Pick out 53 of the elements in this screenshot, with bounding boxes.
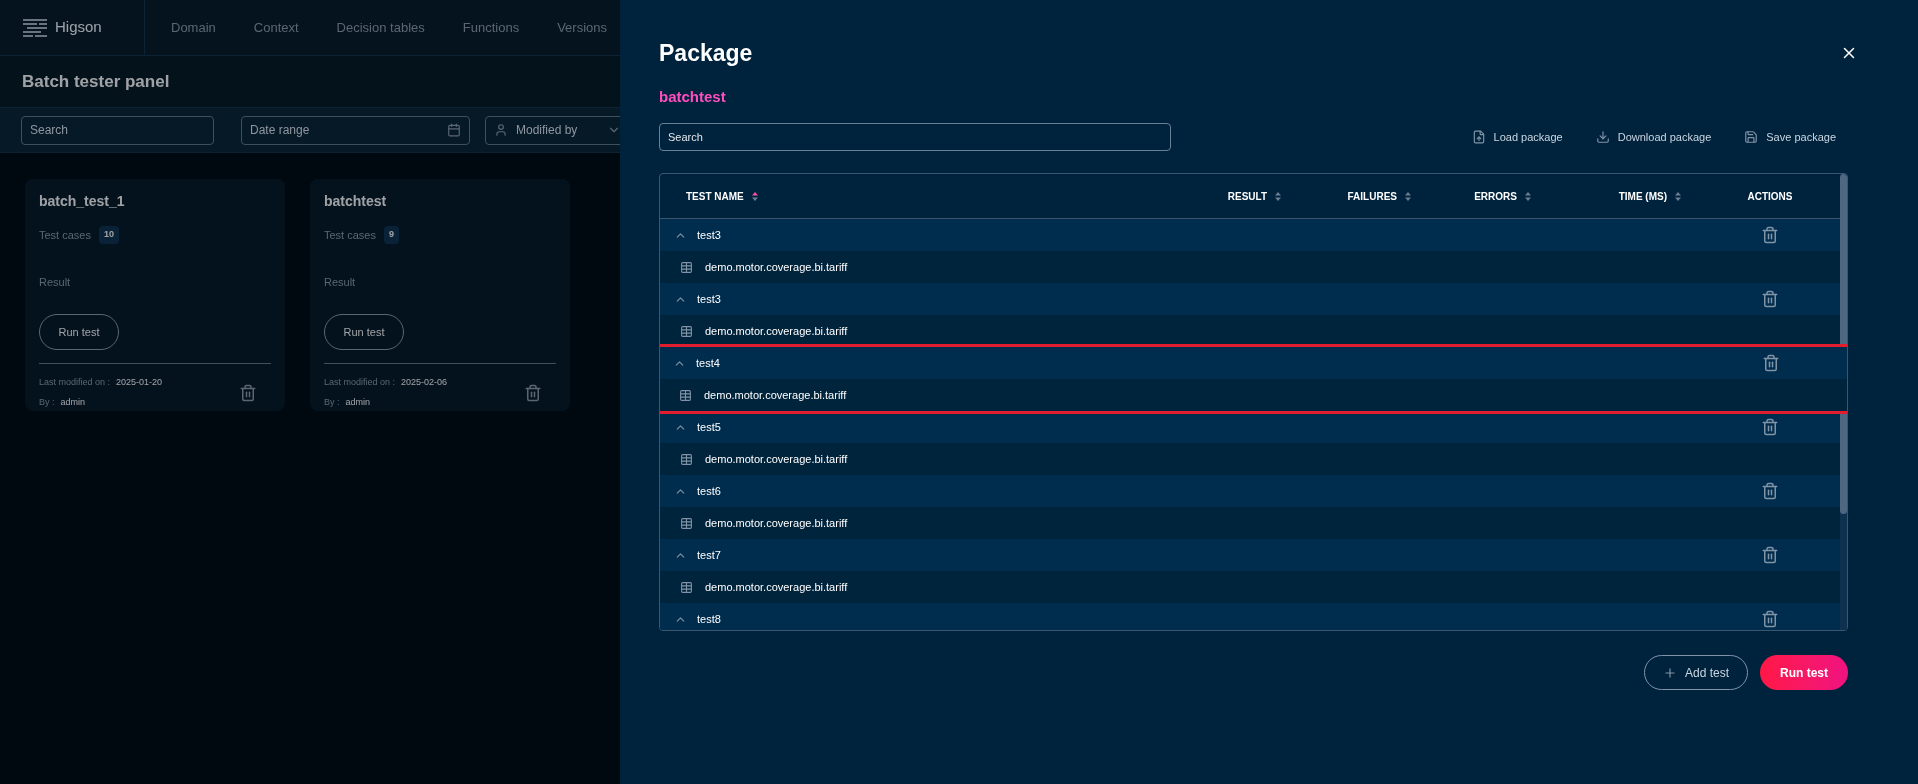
package-action-button[interactable]: Download package bbox=[1595, 128, 1712, 146]
page-title: Batch tester panel bbox=[22, 70, 170, 93]
test-name: test3 bbox=[697, 227, 721, 243]
decision-table-name: demo.motor.coverage.bi.tariff bbox=[705, 451, 848, 467]
decision-table-name: demo.motor.coverage.bi.tariff bbox=[704, 387, 847, 403]
decision-table-name: demo.motor.coverage.bi.tariff bbox=[705, 515, 848, 531]
test-name: test7 bbox=[697, 547, 721, 563]
nav-link[interactable]: Context bbox=[253, 17, 299, 38]
decision-table-name: demo.motor.coverage.bi.tariff bbox=[705, 259, 848, 275]
test-cases-label: Test cases bbox=[39, 227, 91, 243]
package-name: batchtest bbox=[659, 86, 727, 107]
author-name: admin bbox=[60, 395, 86, 409]
result-label: Result bbox=[324, 274, 356, 290]
result-label: Result bbox=[39, 274, 71, 290]
nav-link[interactable]: Decision tables bbox=[336, 17, 425, 38]
run-test-button[interactable]: Run test bbox=[1760, 655, 1848, 690]
search-field[interactable]: Search bbox=[21, 115, 214, 145]
package-action-button[interactable]: Save package bbox=[1744, 128, 1836, 146]
card-title: batchtest bbox=[324, 192, 388, 211]
test-name: test6 bbox=[697, 483, 721, 499]
column-header: ACTIONS bbox=[1747, 189, 1793, 204]
app-logo-text: Higson bbox=[55, 17, 102, 38]
test-name: test5 bbox=[697, 419, 721, 435]
decision-table-name: demo.motor.coverage.bi.tariff bbox=[705, 579, 848, 595]
column-header: TEST NAME bbox=[686, 189, 744, 204]
column-header: TIME (MS) bbox=[1618, 189, 1667, 204]
test-name: test4 bbox=[696, 355, 720, 371]
card-title: batch_test_1 bbox=[39, 192, 126, 211]
column-header: FAILURES bbox=[1347, 189, 1397, 204]
column-header: RESULT bbox=[1227, 189, 1267, 204]
modified-date: 2025-02-06 bbox=[401, 376, 448, 389]
modified-label: Last modified on : bbox=[324, 376, 396, 389]
test-name: test8 bbox=[697, 611, 721, 627]
drawer-title: Package bbox=[659, 39, 753, 68]
column-header: ERRORS bbox=[1474, 189, 1517, 204]
by-label: By : bbox=[39, 395, 55, 409]
modified-label: Last modified on : bbox=[39, 376, 111, 389]
date-range-field[interactable]: Date range bbox=[241, 115, 470, 145]
modified-by-placeholder: Modified by bbox=[516, 122, 578, 139]
by-label: By : bbox=[324, 395, 340, 409]
nav-link[interactable]: Domain bbox=[171, 17, 216, 38]
date-range-placeholder: Date range bbox=[250, 122, 310, 139]
nav-link[interactable]: Functions bbox=[462, 17, 520, 38]
test-cases-count: 9 bbox=[383, 226, 399, 244]
search-field[interactable]: Search bbox=[659, 123, 1171, 151]
decision-table-name: demo.motor.coverage.bi.tariff bbox=[705, 323, 848, 339]
nav-link[interactable]: Versions bbox=[557, 17, 607, 38]
modified-date: 2025-01-20 bbox=[116, 376, 163, 389]
package-action-button[interactable]: Load package bbox=[1471, 128, 1563, 146]
test-cases-count: 10 bbox=[98, 226, 119, 244]
test-name: test3 bbox=[697, 291, 721, 307]
test-cases-label: Test cases bbox=[324, 227, 376, 243]
author-name: admin bbox=[345, 395, 371, 409]
